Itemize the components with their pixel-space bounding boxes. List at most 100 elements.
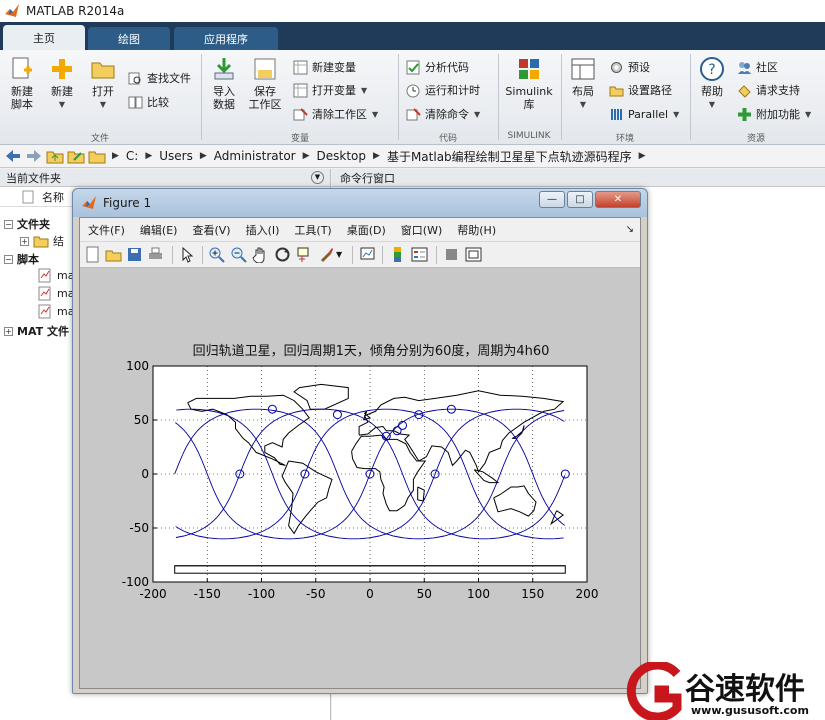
gear-icon xyxy=(611,61,622,73)
tree-item-folder[interactable]: + 结 xyxy=(20,233,64,249)
figure-client-area: 文件(F) 编辑(E) 查看(V) 插入(I) 工具(T) 桌面(D) 窗口(W… xyxy=(79,217,641,689)
clear-commands-button[interactable]: 清除命令 ▼ xyxy=(406,105,480,123)
request-support-label: 请求支持 xyxy=(756,84,800,97)
set-path-label: 设置路径 xyxy=(628,84,672,97)
parallel-button[interactable]: Parallel ▼ xyxy=(609,105,679,123)
simulink-library-icon xyxy=(519,59,539,79)
ribbon-divider xyxy=(398,54,399,140)
open-variable-label: 打开变量 xyxy=(312,84,356,97)
clear-workspace-button[interactable]: 清除工作区 ▼ xyxy=(293,105,378,123)
chevron-down-icon: ▼ xyxy=(805,109,812,119)
ribbon: 新建 脚本 新建 ▼ 打开 ▼ 查找文件 比较 文件 导入 数据 保存 工作区 … xyxy=(0,50,825,145)
x-tick-label: 50 xyxy=(417,587,432,601)
clear-workspace-label: 清除工作区 xyxy=(312,108,367,121)
expand-icon[interactable]: + xyxy=(20,236,29,246)
back-arrow-icon[interactable] xyxy=(4,148,22,164)
tree-label: 脚本 xyxy=(17,253,39,266)
minimize-button[interactable]: — xyxy=(539,191,565,208)
find-files-button[interactable]: 查找文件 xyxy=(128,69,191,87)
group-label-variable: 变量 xyxy=(290,134,309,144)
collapse-icon[interactable]: − xyxy=(4,219,13,229)
help-button[interactable]: ? 帮助 ▼ xyxy=(697,56,727,111)
save-workspace-icon xyxy=(254,58,276,80)
import-data-label: 导入 数据 xyxy=(213,85,235,111)
new-variable-icon xyxy=(293,60,308,74)
tab-home[interactable]: 主页 xyxy=(3,25,85,51)
collapse-icon[interactable]: − xyxy=(4,254,13,264)
layout-button[interactable]: 布局 ▼ xyxy=(568,56,598,111)
breadcrumb-drive[interactable]: C: xyxy=(126,149,138,163)
tree-group-mat-files[interactable]: + MAT 文件 xyxy=(4,323,69,339)
new-variable-label: 新建变量 xyxy=(312,61,356,74)
chart-title: 回归轨道卫星，回归周期1天，倾角分别为60度，周期为4h60 xyxy=(193,343,550,359)
forward-arrow-icon[interactable] xyxy=(25,148,43,164)
tab-plots[interactable]: 绘图 xyxy=(88,27,170,50)
group-label-file: 文件 xyxy=(90,134,109,144)
import-data-button[interactable]: 导入 数据 xyxy=(208,56,240,111)
compare-button[interactable]: 比较 xyxy=(128,93,169,111)
watermark-logo: 谷速软件 www.gususoft.com xyxy=(625,662,825,720)
tab-apps[interactable]: 应用程序 xyxy=(174,27,278,50)
preferences-label: 预设 xyxy=(628,61,650,74)
maximize-icon: □ xyxy=(575,194,585,205)
tree-item-script[interactable]: ma xyxy=(38,268,74,283)
x-tick-label: 100 xyxy=(467,587,490,601)
analyze-code-button[interactable]: 分析代码 xyxy=(406,58,469,76)
new-variable-button[interactable]: 新建变量 xyxy=(293,58,356,76)
expand-icon[interactable]: + xyxy=(4,326,13,336)
breadcrumb-desktop[interactable]: Desktop xyxy=(317,149,367,163)
app-titlebar: MATLAB R2014a xyxy=(0,0,825,22)
set-path-icon xyxy=(609,86,624,96)
y-tick-label: -50 xyxy=(129,521,149,535)
open-label: 打开 xyxy=(92,85,114,98)
tree-group-folders[interactable]: − 文件夹 xyxy=(4,216,50,232)
watermark-brand: 谷速软件 xyxy=(685,672,805,707)
community-icon xyxy=(738,61,751,74)
new-button[interactable]: 新建 ▼ xyxy=(46,56,78,111)
x-tick-label: -50 xyxy=(306,587,326,601)
save-workspace-label: 保存 工作区 xyxy=(248,85,282,111)
breadcrumb-project-folder[interactable]: 基于Matlab编程绘制卫星星下点轨迹源码程序 xyxy=(387,148,632,165)
maximize-button[interactable]: □ xyxy=(567,191,593,208)
clear-commands-label: 清除命令 xyxy=(425,108,469,121)
parallel-icon xyxy=(611,108,622,120)
current-folder-title: 当前文件夹 xyxy=(6,171,61,185)
minimize-icon: — xyxy=(547,194,557,205)
command-window-header: 命令行窗口 xyxy=(332,169,825,187)
request-support-button[interactable]: 请求支持 xyxy=(737,81,800,99)
simulink-library-button[interactable]: Simulink 库 xyxy=(503,56,555,111)
open-button[interactable]: 打开 ▼ xyxy=(87,56,119,111)
tree-item-script[interactable]: ma xyxy=(38,286,74,301)
chevron-right-icon: ▶ xyxy=(145,151,153,161)
breadcrumb-administrator[interactable]: Administrator xyxy=(214,149,296,163)
run-and-time-button[interactable]: 运行和计时 xyxy=(406,81,480,99)
figure-window: Figure 1 — □ ✕ 文件(F) 编辑(E) 查看(V) 插入(I) 工… xyxy=(72,188,648,694)
tree-item-script[interactable]: ma xyxy=(38,304,74,319)
app-title: MATLAB R2014a xyxy=(26,4,125,18)
add-ons-label: 附加功能 xyxy=(756,108,800,121)
add-ons-button[interactable]: 附加功能 ▼ xyxy=(737,105,811,123)
ribbon-divider xyxy=(690,54,691,140)
close-button[interactable]: ✕ xyxy=(595,191,641,208)
new-script-button[interactable]: 新建 脚本 xyxy=(6,56,38,111)
save-workspace-button[interactable]: 保存 工作区 xyxy=(247,56,283,111)
preferences-button[interactable]: 预设 xyxy=(609,58,650,76)
breadcrumb-users[interactable]: Users xyxy=(159,149,193,163)
compare-icon xyxy=(128,96,143,108)
panel-menu-icon[interactable]: ▼ xyxy=(311,171,324,184)
x-tick-label: -150 xyxy=(194,587,221,601)
chevron-right-icon: ▶ xyxy=(112,151,119,161)
tree-group-scripts[interactable]: − 脚本 xyxy=(4,251,39,267)
chevron-down-icon: ▼ xyxy=(673,109,680,119)
up-folder-icon[interactable] xyxy=(46,148,64,164)
new-label: 新建 xyxy=(51,85,73,98)
open-variable-button[interactable]: 打开变量 ▼ xyxy=(293,81,367,99)
ground-track-chart: 回归轨道卫星，回归周期1天，倾角分别为60度，周期为4h60 -200 -150 -… xyxy=(122,343,599,601)
browse-folder-icon[interactable] xyxy=(67,148,85,164)
script-file-icon xyxy=(38,268,51,283)
matlab-logo-icon xyxy=(82,196,96,209)
community-button[interactable]: 社区 xyxy=(737,58,778,76)
set-path-button[interactable]: 设置路径 xyxy=(609,81,672,99)
find-files-icon xyxy=(128,72,141,84)
new-script-icon xyxy=(12,57,32,79)
